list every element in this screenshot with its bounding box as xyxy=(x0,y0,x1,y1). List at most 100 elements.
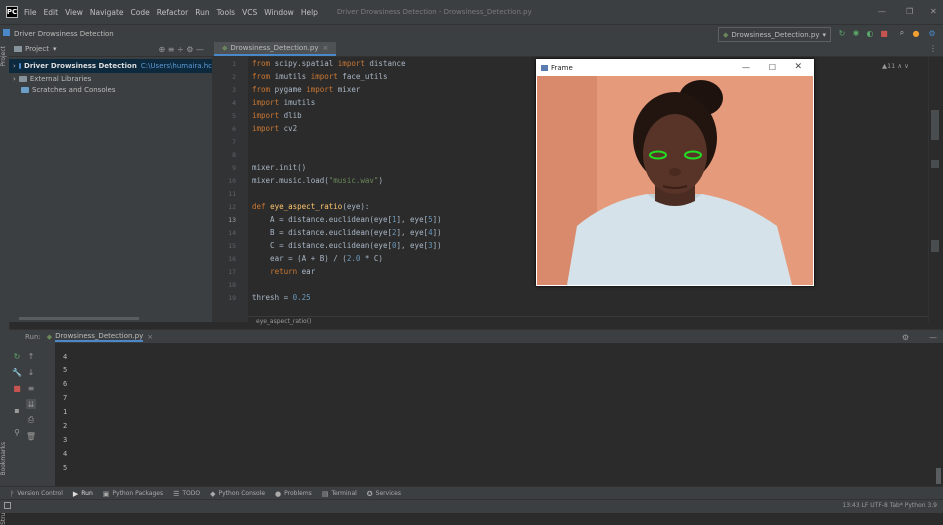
menu-tools[interactable]: Tools xyxy=(217,8,235,17)
pin-tab-icon[interactable]: ⚲ xyxy=(12,427,22,437)
close-run-tab-icon[interactable]: × xyxy=(147,333,153,341)
frame-close-icon[interactable]: ✕ xyxy=(794,62,802,72)
tree-item-root[interactable]: › Driver Drowsiness Detection C:\Users\h… xyxy=(9,59,212,73)
menu-vcs[interactable]: VCS xyxy=(242,8,257,17)
trash-icon[interactable]: 🗑 xyxy=(26,431,36,441)
tree-item-scratches[interactable]: Scratches and Consoles xyxy=(9,84,212,95)
up-arrow-icon[interactable]: ↑ xyxy=(26,351,36,361)
tool-services[interactable]: ✪ Services xyxy=(367,490,401,498)
menu-window[interactable]: Window xyxy=(264,8,294,17)
console-output-line: 6 xyxy=(63,380,68,388)
chevron-right-icon[interactable]: › xyxy=(13,62,16,70)
frame-maximize-icon[interactable]: ☐ xyxy=(769,63,776,72)
hide-run-icon[interactable]: — xyxy=(929,333,937,342)
editor-tabs: ◆ Drowsiness_Detection.py × ⋮ xyxy=(212,42,943,57)
stop-icon[interactable]: ■ xyxy=(12,383,22,393)
status-info[interactable]: 13:43 LF UTF-8 Tab* Python 3.9 xyxy=(842,502,937,509)
expand-all-icon[interactable]: ≡ xyxy=(168,45,175,54)
hide-icon[interactable]: — xyxy=(196,45,204,54)
menu-navigate[interactable]: Navigate xyxy=(90,8,124,17)
pin-icon[interactable]: ▪ xyxy=(12,405,22,415)
tree-item-label: Scratches and Consoles xyxy=(32,85,116,94)
line-number: 10 xyxy=(228,177,236,185)
tool-python-packages[interactable]: ▣ Python Packages xyxy=(103,490,163,498)
console-output-line: 2 xyxy=(63,422,68,430)
list-icon: ☰ xyxy=(173,489,180,498)
error-stripe-mark[interactable] xyxy=(931,160,939,168)
inspection-widget[interactable]: ▲11 ∧ ∨ xyxy=(882,62,909,70)
menu-file[interactable]: File xyxy=(24,8,37,17)
run-tab[interactable]: Drowsiness_Detection.py xyxy=(55,332,144,342)
update-icon[interactable]: ● xyxy=(911,28,921,38)
tool-version-control[interactable]: ᚹ Version Control xyxy=(10,490,63,498)
error-stripe-mark[interactable] xyxy=(931,240,939,252)
line-number: 11 xyxy=(228,190,236,198)
print-icon[interactable]: ⎙ xyxy=(26,415,36,425)
rerun-icon[interactable]: ↻ xyxy=(12,351,22,361)
python-file-icon: ◆ xyxy=(222,44,228,52)
coverage-icon[interactable]: ◐ xyxy=(865,28,875,38)
stop-icon[interactable]: ■ xyxy=(879,28,889,38)
tool-run[interactable]: ▶ Run xyxy=(73,490,93,498)
more-icon[interactable]: ⋮ xyxy=(929,44,937,53)
frame-minimize-icon[interactable]: — xyxy=(742,63,750,72)
console-scrollbar[interactable] xyxy=(936,468,941,484)
down-arrow-icon[interactable]: ↓ xyxy=(26,367,36,377)
menu-refactor[interactable]: Refactor xyxy=(157,8,188,17)
menu-help[interactable]: Help xyxy=(301,8,318,17)
tree-item-external-libraries[interactable]: › External Libraries xyxy=(9,73,212,84)
run-label: Run: xyxy=(25,333,41,341)
horizontal-scrollbar[interactable] xyxy=(19,317,139,320)
locate-icon[interactable]: ⊕ xyxy=(159,45,166,54)
settings-icon[interactable]: ⚙ xyxy=(927,28,937,38)
project-panel: Project ▾ ⊕ ≡ ÷ ⚙ — › Driver Drowsiness … xyxy=(9,42,212,322)
wrench-icon[interactable]: 🔧 xyxy=(12,367,22,377)
line-number: 15 xyxy=(228,242,236,250)
tool-problems[interactable]: ● Problems xyxy=(275,490,312,498)
collapse-all-icon[interactable]: ÷ xyxy=(177,45,184,54)
minimize-icon[interactable]: — xyxy=(878,7,886,16)
chevron-down-icon[interactable]: ▾ xyxy=(53,45,57,53)
menu-view[interactable]: View xyxy=(65,8,83,17)
project-tool-tab[interactable]: Project xyxy=(0,46,7,67)
bookmarks-tool-tab[interactable]: Bookmarks xyxy=(0,442,7,476)
debug-icon[interactable]: ✱ xyxy=(851,28,861,38)
error-stripe-marks[interactable] xyxy=(931,110,939,140)
code-line: thresh = 0.25 xyxy=(252,293,311,302)
console-output-line: 1 xyxy=(63,408,68,416)
play-icon: ▶ xyxy=(72,489,79,498)
toggle-tool-windows-icon[interactable] xyxy=(4,502,11,509)
frame-title-bar[interactable]: Frame — ☐ ✕ xyxy=(536,59,814,76)
breadcrumb-project[interactable]: Driver Drowsiness Detection xyxy=(14,30,114,38)
close-tab-icon[interactable]: × xyxy=(322,44,328,52)
search-icon[interactable]: ⌕ xyxy=(897,28,907,38)
gear-icon[interactable]: ⚙ xyxy=(186,45,193,54)
line-number: 9 xyxy=(232,164,236,172)
frame-window[interactable]: Frame — ☐ ✕ xyxy=(536,59,814,286)
tab-drowsiness-detection[interactable]: ◆ Drowsiness_Detection.py × xyxy=(214,42,337,56)
tool-label: Python Console xyxy=(218,490,266,497)
console-output-line: 4 xyxy=(63,353,68,361)
soft-wrap-icon[interactable]: ≡ xyxy=(26,383,36,393)
code-line: from scipy.spatial import distance xyxy=(252,59,406,68)
run-console[interactable]: 4 5 6 7 1 2 3 4 5 xyxy=(55,343,943,486)
rerun-icon[interactable]: ↻ xyxy=(837,28,847,38)
close-icon[interactable]: ✕ xyxy=(930,7,937,16)
menu-edit[interactable]: Edit xyxy=(44,8,59,17)
editor-right-gutter xyxy=(928,57,943,322)
maximize-icon[interactable]: ❐ xyxy=(906,7,913,16)
code-line: return ear xyxy=(270,267,316,276)
chevron-right-icon[interactable]: › xyxy=(13,75,16,83)
run-configuration-select[interactable]: ◆ Drowsiness_Detection.py ▾ xyxy=(718,27,831,42)
menu-code[interactable]: Code xyxy=(131,8,150,17)
scroll-to-end-icon[interactable]: ⇊ xyxy=(26,399,36,409)
tool-terminal[interactable]: ▤ Terminal xyxy=(322,490,357,498)
code-breadcrumb[interactable]: eye_aspect_ratio() xyxy=(248,316,928,327)
menu-run[interactable]: Run xyxy=(195,8,209,17)
tool-python-console[interactable]: ◆ Python Console xyxy=(210,490,265,498)
breadcrumb-function[interactable]: eye_aspect_ratio() xyxy=(256,318,311,325)
run-settings-icon[interactable]: ⚙ xyxy=(902,333,909,342)
project-view-select[interactable]: Project xyxy=(25,45,49,53)
tool-todo[interactable]: ☰ TODO xyxy=(173,490,200,498)
line-number: 19 xyxy=(228,294,236,302)
